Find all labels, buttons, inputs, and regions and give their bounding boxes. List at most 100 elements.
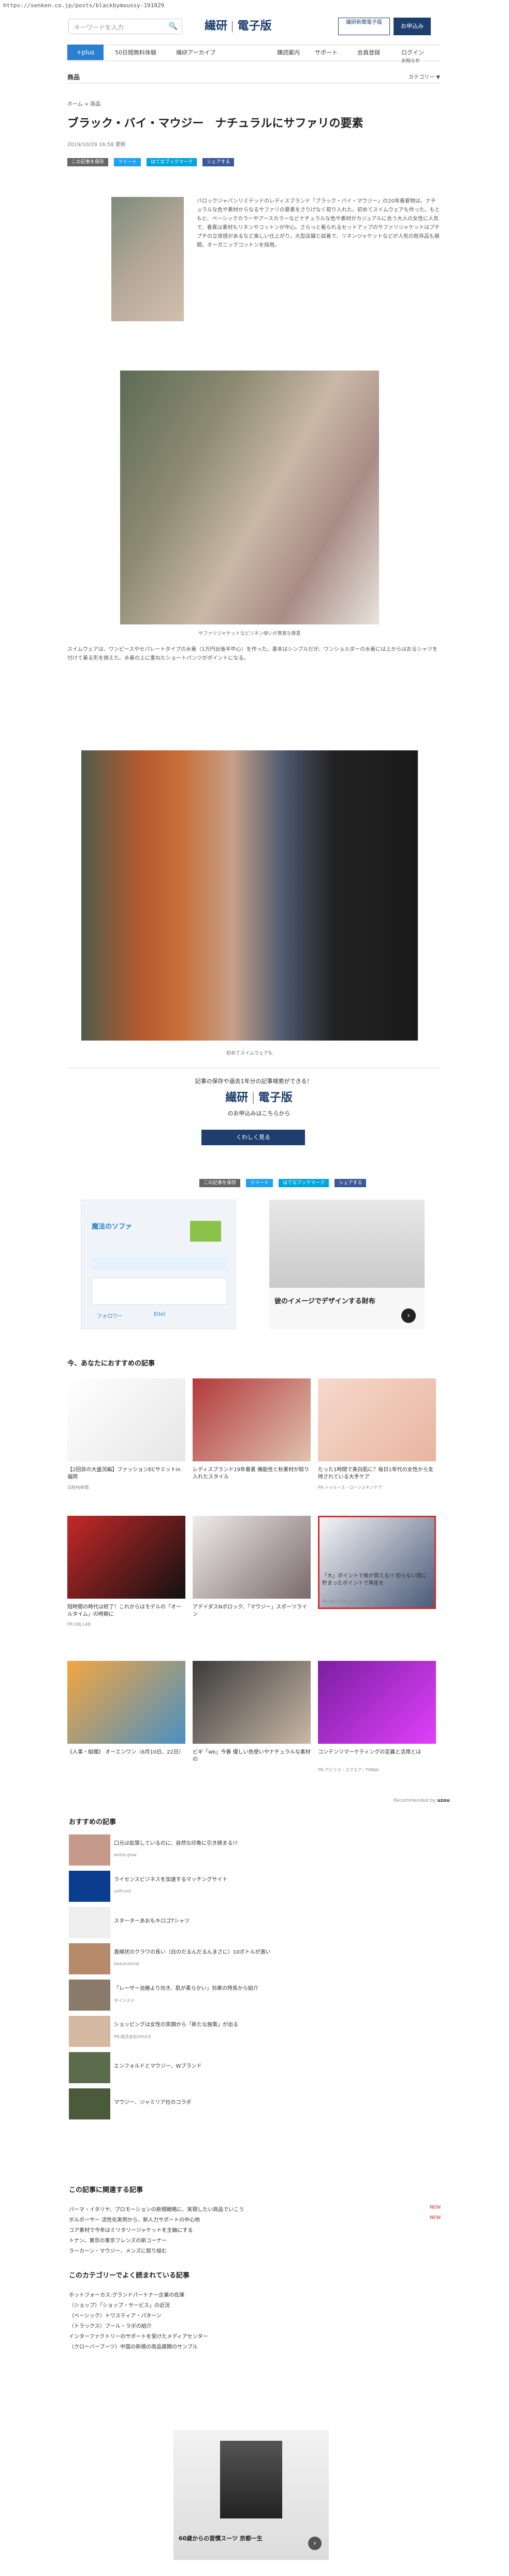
related-image-3[interactable] bbox=[69, 1907, 110, 1938]
category-dropdown[interactable]: カテゴリー ▼ bbox=[409, 73, 440, 80]
photo-caption-1: サファリジャケットなどリネン使いが豊富な春夏 bbox=[198, 631, 301, 636]
about-item-5[interactable]: ラーカーン・マウジー、メンズに取り組む bbox=[69, 2246, 167, 2254]
nav-login[interactable]: ログイン bbox=[401, 48, 424, 56]
about-item-3[interactable]: コア素材で今年はミリタリージャケットを主軸にする bbox=[69, 2226, 193, 2233]
rec-card-src-9: PR:アビリス・スクエア／FINNA bbox=[318, 1768, 379, 1772]
category-item-6[interactable]: （クローバーブーツ）中国の新規の商品展開のサンプル bbox=[69, 2342, 198, 2350]
nav-support[interactable]: サポート bbox=[315, 48, 338, 56]
related-src-6: PR:株式会社SHUCE bbox=[114, 2034, 152, 2039]
rec-card-text-4[interactable]: 短時間の時代は終了！これからはモデルの「オールタイム」の時期に bbox=[67, 1604, 185, 1618]
ad1-cta-follow[interactable]: フォロワー bbox=[97, 1312, 123, 1319]
ad1-product-image bbox=[190, 1221, 221, 1242]
ad-banner-3[interactable]: 60歳からの習慣スーツ 京都一生 › bbox=[173, 2430, 329, 2560]
rec-card-text-2[interactable]: レディスブランド19年春夏 機能性と秋素材が取り入れたスタイル bbox=[193, 1467, 311, 1481]
ad-banner-1[interactable]: 魔法のソファ フォロワー Eitel bbox=[81, 1200, 236, 1329]
ad2-text: 彼のイメージでデザインする財布 bbox=[274, 1298, 375, 1305]
signup-button[interactable]: お申込み bbox=[394, 18, 431, 35]
ad1-cta-site[interactable]: Eitel bbox=[154, 1312, 165, 1317]
tweet-button[interactable]: ツイート bbox=[114, 158, 141, 166]
chevron-right-icon[interactable]: › bbox=[401, 1308, 416, 1323]
related-text-4[interactable]: 直線状のクラワの長い（白のだるんだるんまさに）10ボトルが激い bbox=[114, 1947, 271, 1955]
save-article-button[interactable]: この記事を保存 bbox=[67, 158, 109, 166]
breadcrumb[interactable]: ホーム > 商品 bbox=[67, 99, 100, 107]
logo-left: 繊研 bbox=[205, 19, 228, 33]
article-photo-1 bbox=[120, 371, 379, 624]
related-title: おすすめの記事 bbox=[69, 1818, 117, 1826]
url-bar[interactable]: https://senken.co.jp/posts/blackbymoussy… bbox=[0, 0, 509, 11]
rec-card-image-8[interactable] bbox=[193, 1661, 311, 1744]
related-image-2[interactable] bbox=[69, 1871, 110, 1902]
search-input[interactable]: キーワードを入力 🔍 bbox=[68, 19, 182, 34]
rec-card-image-5[interactable] bbox=[193, 1516, 311, 1599]
about-item-4[interactable]: トナン、東京の東京フレンズの新コーナー bbox=[69, 2236, 167, 2244]
recommended-title: 今、あなたにおすすめの記事 bbox=[67, 1360, 155, 1368]
facebook-share-button[interactable]: シェアする bbox=[202, 158, 235, 166]
related-image-8[interactable] bbox=[69, 2088, 110, 2119]
rec-card-text-9[interactable]: コンテンツマーケティングの定義と活用とは bbox=[318, 1749, 436, 1756]
ad1-banner-strip bbox=[92, 1257, 226, 1270]
hatena-button[interactable]: はてなブックマーク bbox=[147, 158, 197, 166]
nav-notice[interactable]: お知らせ bbox=[401, 57, 420, 64]
rec-card-text-3[interactable]: たった1時間で美白肌に？毎日1年代の女性から支持されている大手ケア bbox=[318, 1467, 436, 1481]
rec-card-image-7[interactable] bbox=[67, 1661, 185, 1744]
nav-register[interactable]: 会員登録 bbox=[357, 48, 380, 56]
photo-caption-2: 初めてスイムウェアも bbox=[226, 1051, 273, 1056]
article-photo-2 bbox=[81, 750, 418, 1041]
related-image-5[interactable] bbox=[69, 1980, 110, 2011]
site-logo[interactable]: 繊研 | 電子版 bbox=[205, 17, 298, 35]
article-title: ブラック・バイ・マウジー ナチュラルにサファリの要素 bbox=[67, 117, 363, 130]
related-text-5[interactable]: 「レーザー治療より効き、肌が柔らかい」効果の特長から紹介 bbox=[114, 1984, 258, 1991]
related-image-6[interactable] bbox=[69, 2016, 110, 2047]
related-text-2[interactable]: ライセンスビジネスを加速するマッチングサイト bbox=[114, 1875, 227, 1883]
chevron-right-icon-2[interactable]: › bbox=[308, 2537, 322, 2550]
promo-logo-divider: | bbox=[251, 1091, 255, 1104]
rec-card-text-1[interactable]: 【2回目の大盛況編】ファッションECサミットin福岡 bbox=[67, 1467, 185, 1481]
related-image-1[interactable] bbox=[69, 1834, 110, 1866]
related-image-7[interactable] bbox=[69, 2052, 110, 2083]
nav-archive[interactable]: 繊研アーカイブ bbox=[176, 48, 215, 56]
related-text-1[interactable]: 口元は拡張しているのに、自然な印象に引き締まる!? bbox=[114, 1839, 238, 1846]
related-text-3[interactable]: スターターあおもキロゴTシャツ bbox=[114, 1916, 190, 1924]
promo-tagline: 記事の保存や過去1年分の記事検索ができる！ bbox=[195, 1078, 313, 1085]
rec-card-text-6[interactable]: 「大」ポイントで株が買える!? 知らない間に貯まったポイントで資産を bbox=[322, 1573, 432, 1587]
ad3-image bbox=[220, 2441, 282, 2518]
rec-card-image-3[interactable] bbox=[318, 1378, 436, 1461]
rec-card-text-8[interactable]: ビギ「wb」今春 優しい色使いやナチュラルな素材の bbox=[193, 1749, 311, 1763]
rec-card-image-9[interactable] bbox=[318, 1661, 436, 1744]
search-icon[interactable]: 🔍 bbox=[169, 22, 178, 31]
about-item-1[interactable]: バーマ・イタリヤ、プロモーションの新規戦略に、実現したい商品でいこう bbox=[69, 2205, 244, 2213]
category-item-2[interactable]: （ショップ）「ショップ・サービス」の近況 bbox=[69, 2301, 170, 2309]
related-text-8[interactable]: マウジー、ジャミリア社のコラボ bbox=[114, 2098, 191, 2105]
new-badge-2: NEW bbox=[430, 2215, 441, 2221]
category-item-3[interactable]: （ベーシック）トワスティア・パターン bbox=[69, 2311, 162, 2319]
about-item-2[interactable]: ボルボーサー 活性化実例から、新人力サポートの中心地 bbox=[69, 2215, 200, 2223]
promo-cta-button[interactable]: くわしく見る bbox=[201, 1130, 305, 1145]
related-text-6[interactable]: ショッピングは女性の笑顔から「新たな施策」が出る bbox=[114, 2020, 238, 2028]
rec-card-text-7[interactable]: 《人事・組織》 オーエンワン（6月10日、22日） bbox=[67, 1749, 185, 1756]
related-image-4[interactable] bbox=[69, 1943, 110, 1974]
rec-card-image-1[interactable] bbox=[67, 1378, 185, 1461]
related-text-7[interactable]: エンフォルドとマウジー、Wブランド bbox=[114, 2061, 202, 2069]
promo-subline: のお申込みはこちらから bbox=[227, 1110, 290, 1117]
recommended-powered-by[interactable]: Recommended by uzou bbox=[394, 1798, 450, 1803]
rec-card-text-5[interactable]: アデイダスNボロック、「マウジー」スポーツライン bbox=[193, 1604, 311, 1618]
related-src-4: beaututorial bbox=[114, 1961, 139, 1966]
save-article-button-2[interactable]: この記事を保存 bbox=[199, 1179, 241, 1187]
digital-edition-button[interactable]: 繊研新聞電子版 bbox=[338, 18, 390, 35]
ad2-image bbox=[269, 1200, 425, 1288]
facebook-share-button-2[interactable]: シェアする bbox=[335, 1179, 367, 1187]
category-item-4[interactable]: （トラックス）プール・ラボの紹介 bbox=[69, 2322, 152, 2329]
nav-trial[interactable]: 50日間無料体験 bbox=[115, 48, 156, 56]
category-item-1[interactable]: ホットフォーカス:グランドパートナー企業の在庫 bbox=[69, 2290, 184, 2298]
hatena-button-2[interactable]: はてなブックマーク bbox=[279, 1179, 329, 1187]
category-item-5[interactable]: インターファクトリーのサポートを受けたメディアセンター bbox=[69, 2332, 208, 2340]
tweet-button-2[interactable]: ツイート bbox=[246, 1179, 273, 1187]
logo-divider: | bbox=[230, 20, 235, 33]
nav-plus[interactable]: +plus bbox=[67, 45, 104, 60]
nav-subscribe[interactable]: 購読案内 bbox=[277, 48, 300, 56]
rec-card-image-2[interactable] bbox=[193, 1378, 311, 1461]
category-title: このカテゴリーでよく読まれている記事 bbox=[69, 2272, 190, 2280]
rec-card-image-6[interactable] bbox=[318, 1516, 436, 1609]
rec-card-image-4[interactable] bbox=[67, 1516, 185, 1599]
ad-banner-2[interactable]: 彼のイメージでデザインする財布 › bbox=[269, 1200, 425, 1329]
